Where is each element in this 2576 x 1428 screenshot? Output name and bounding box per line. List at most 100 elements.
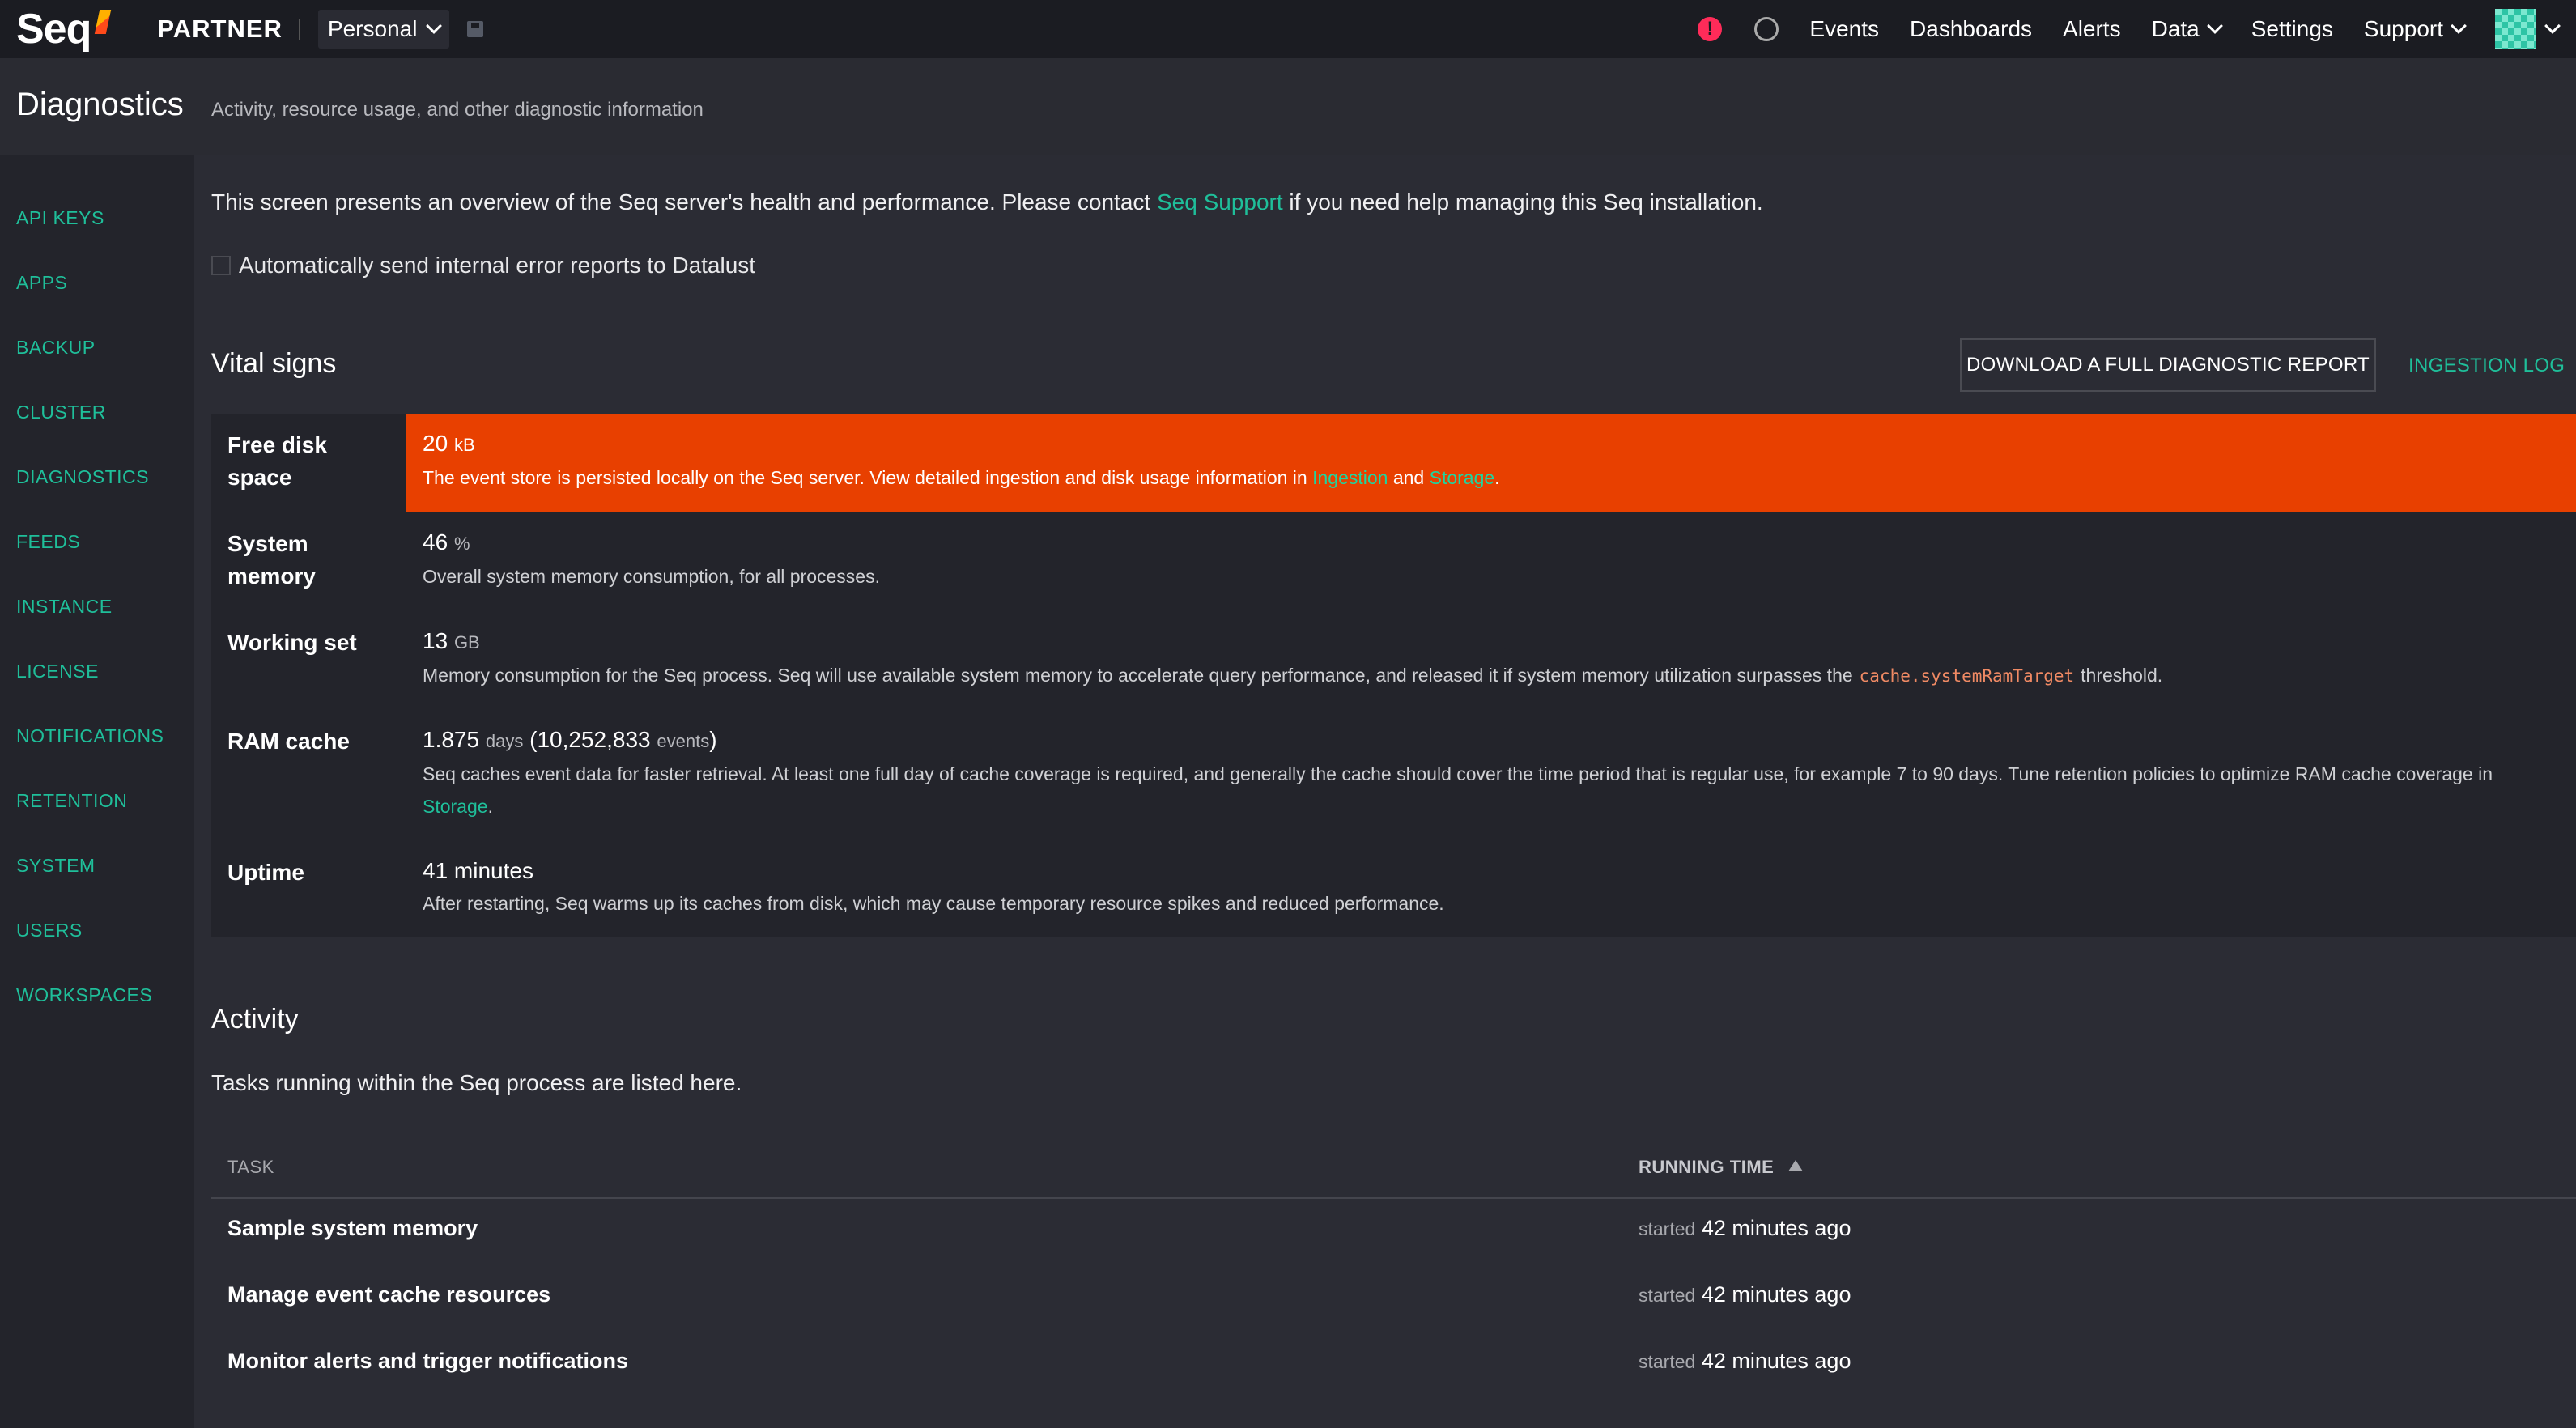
divider bbox=[298, 19, 300, 40]
sidebar-item-instance[interactable]: INSTANCE bbox=[16, 596, 113, 618]
working-set-value: 13 bbox=[423, 628, 448, 653]
vital-working-set: Working set 13 GB Memory consumption for… bbox=[211, 610, 2576, 708]
avatar[interactable] bbox=[2495, 9, 2536, 49]
sidebar-item-cluster[interactable]: CLUSTER bbox=[16, 402, 106, 423]
sidebar-item-retention[interactable]: RETENTION bbox=[16, 790, 127, 812]
task-time: 42 minutes ago bbox=[1701, 1349, 1851, 1373]
vital-value: 13 GB bbox=[423, 628, 480, 654]
auto-report-option[interactable]: Automatically send internal error report… bbox=[211, 253, 755, 278]
vital-description: Overall system memory consumption, for a… bbox=[423, 566, 880, 587]
column-header-task[interactable]: TASK bbox=[227, 1157, 274, 1178]
ram-cache-events-close: ) bbox=[709, 727, 717, 752]
alert-icon[interactable]: ! bbox=[1698, 17, 1723, 41]
task-name: Manage event cache resources bbox=[227, 1282, 551, 1307]
vital-signs-title: Vital signs bbox=[211, 348, 337, 379]
vital-free-disk: Free disk space 20 kB The event store is… bbox=[211, 414, 2576, 512]
nav-support-label: Support bbox=[2363, 16, 2443, 41]
settings-sidebar: API KEYS APPS BACKUP CLUSTER DIAGNOSTICS… bbox=[0, 155, 194, 1428]
ram-cache-desc: Seq caches event data for faster retriev… bbox=[423, 763, 2493, 784]
download-report-button[interactable]: DOWNLOAD A FULL DIAGNOSTIC REPORT bbox=[1960, 338, 2376, 392]
vital-label: Working set bbox=[227, 630, 357, 655]
top-bar: Seq PARTNER Personal ! Events Dashboards… bbox=[0, 0, 2576, 58]
sidebar-item-notifications[interactable]: NOTIFICATIONS bbox=[16, 725, 164, 747]
nav-alerts[interactable]: Alerts bbox=[2063, 16, 2121, 42]
column-header-running-time-label: RUNNING TIME bbox=[1639, 1157, 1775, 1177]
disk-value: 20 bbox=[423, 431, 448, 456]
storage-link[interactable]: Storage bbox=[1430, 467, 1495, 488]
activity-intro: Tasks running within the Seq process are… bbox=[211, 1070, 742, 1095]
started-label: started bbox=[1639, 1351, 1696, 1372]
seq-logo-mark-icon bbox=[95, 10, 112, 34]
workspace-select[interactable]: Personal bbox=[317, 10, 450, 49]
table-row: Sample system memory started 42 minutes … bbox=[211, 1200, 2576, 1264]
config-setting-code: cache.systemRamTarget bbox=[1859, 666, 2075, 686]
ram-cache-desc-end: . bbox=[487, 796, 493, 817]
nav-settings[interactable]: Settings bbox=[2251, 16, 2333, 42]
sort-ascending-icon bbox=[1788, 1160, 1804, 1172]
vital-system-memory: System memory 46 % Overall system memory… bbox=[211, 512, 2576, 609]
vital-label: RAM cache bbox=[227, 729, 350, 754]
vital-description: Memory consumption for the Seq process. … bbox=[423, 659, 2552, 692]
ram-cache-unit: days bbox=[485, 731, 524, 751]
nav-events[interactable]: Events bbox=[1809, 16, 1879, 42]
sidebar-item-license[interactable]: LICENSE bbox=[16, 661, 99, 682]
sidebar-item-users[interactable]: USERS bbox=[16, 920, 83, 941]
ram-cache-events-unit: events bbox=[657, 731, 710, 751]
ingestion-log-link[interactable]: INGESTION LOG bbox=[2408, 355, 2565, 377]
vital-label: Free disk space bbox=[227, 432, 327, 490]
vital-description: After restarting, Seq warms up its cache… bbox=[423, 893, 1444, 914]
edition-label: PARTNER bbox=[157, 15, 283, 43]
ram-cache-events: (10,252,833 bbox=[529, 727, 651, 752]
save-icon[interactable] bbox=[467, 21, 484, 37]
auto-report-label: Automatically send internal error report… bbox=[239, 253, 756, 278]
auto-report-checkbox[interactable] bbox=[211, 256, 231, 275]
ram-cache-value: 1.875 bbox=[423, 727, 480, 752]
disk-desc: The event store is persisted locally on … bbox=[423, 467, 1313, 488]
vital-value: 41 minutes bbox=[423, 858, 533, 883]
storage-link[interactable]: Storage bbox=[423, 796, 488, 817]
vital-description: The event store is persisted locally on … bbox=[423, 461, 2552, 494]
sidebar-item-system[interactable]: SYSTEM bbox=[16, 855, 96, 877]
page-title: Diagnostics bbox=[16, 87, 184, 122]
ingestion-link[interactable]: Ingestion bbox=[1312, 467, 1388, 488]
nav-dashboards[interactable]: Dashboards bbox=[1910, 16, 2032, 42]
vital-value: 46 % bbox=[423, 529, 470, 555]
nav-data[interactable]: Data bbox=[2151, 16, 2223, 42]
task-running-time: started 42 minutes ago bbox=[1639, 1349, 1851, 1374]
task-name: Sample system memory bbox=[227, 1216, 478, 1240]
vital-value: 20 kB bbox=[423, 431, 475, 457]
chevron-down-icon[interactable] bbox=[2544, 18, 2561, 34]
disk-desc-end: . bbox=[1494, 467, 1500, 488]
vital-value: 1.875 days (10,252,833 events) bbox=[423, 727, 717, 753]
workspace-select-label: Personal bbox=[327, 16, 418, 41]
working-set-unit: GB bbox=[453, 632, 480, 652]
chevron-down-icon bbox=[2206, 18, 2223, 34]
seq-support-link[interactable]: Seq Support bbox=[1157, 189, 1283, 215]
started-label: started bbox=[1639, 1285, 1696, 1306]
page-subtitle: Activity, resource usage, and other diag… bbox=[211, 99, 704, 121]
theme-toggle-icon[interactable] bbox=[1754, 17, 1779, 41]
task-running-time: started 42 minutes ago bbox=[1639, 1216, 1851, 1241]
sidebar-item-diagnostics[interactable]: DIAGNOSTICS bbox=[16, 466, 149, 488]
page-header: Diagnostics Activity, resource usage, an… bbox=[0, 58, 2576, 155]
sidebar-item-feeds[interactable]: FEEDS bbox=[16, 531, 80, 553]
chevron-down-icon bbox=[426, 18, 443, 34]
working-set-desc-after: threshold. bbox=[2081, 665, 2163, 686]
task-time: 42 minutes ago bbox=[1701, 1216, 1851, 1240]
sidebar-item-apps[interactable]: APPS bbox=[16, 272, 67, 294]
task-time: 42 minutes ago bbox=[1701, 1282, 1851, 1307]
seq-logo[interactable]: Seq bbox=[16, 5, 112, 53]
nav-support[interactable]: Support bbox=[2363, 16, 2467, 42]
sidebar-item-api-keys[interactable]: API KEYS bbox=[16, 207, 104, 229]
nav-data-label: Data bbox=[2151, 16, 2200, 41]
intro-text: This screen presents an overview of the … bbox=[211, 189, 1763, 215]
task-running-time: started 42 minutes ago bbox=[1639, 1282, 1851, 1307]
sidebar-item-backup[interactable]: BACKUP bbox=[16, 337, 96, 359]
column-header-running-time[interactable]: RUNNING TIME bbox=[1639, 1157, 1804, 1178]
vital-ram-cache: RAM cache 1.875 days (10,252,833 events)… bbox=[211, 709, 2576, 839]
sidebar-item-workspaces[interactable]: WORKSPACES bbox=[16, 984, 152, 1006]
vital-label: System memory bbox=[227, 531, 316, 589]
task-name: Monitor alerts and trigger notifications bbox=[227, 1349, 629, 1373]
vital-label: Uptime bbox=[227, 860, 304, 885]
activity-title: Activity bbox=[211, 1004, 299, 1035]
